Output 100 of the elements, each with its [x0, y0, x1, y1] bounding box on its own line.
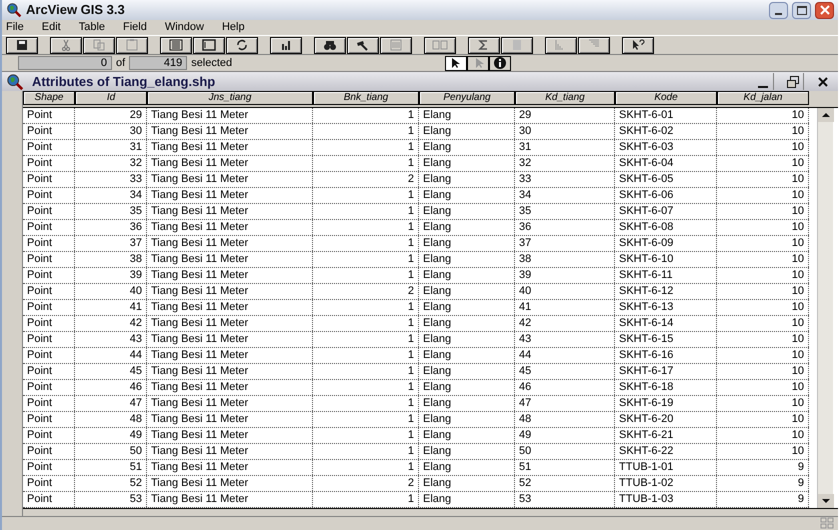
save-button[interactable]: [6, 36, 38, 54]
paste-button[interactable]: [116, 36, 148, 54]
selected-count-field: 0: [18, 56, 112, 70]
table-cell: Elang: [419, 380, 515, 395]
table-cell: SKHT-6-03: [615, 140, 717, 155]
switch-selection-button[interactable]: [226, 36, 258, 54]
column-header[interactable]: Kode: [615, 91, 717, 105]
table-cell: SKHT-6-09: [615, 236, 717, 251]
table-cell: 2: [313, 172, 419, 187]
join-button[interactable]: [424, 36, 456, 54]
table-cell: 39: [515, 268, 615, 283]
table-cell: 10: [717, 268, 809, 283]
table-cell: 37: [75, 236, 147, 251]
minimize-icon: [775, 12, 782, 14]
table-cell: SKHT-6-14: [615, 316, 717, 331]
column-header[interactable]: Penyulang: [419, 91, 515, 105]
table-cell: Tiang Besi 11 Meter: [147, 220, 313, 235]
table-cell: Point: [23, 252, 75, 267]
table-cell: 52: [515, 476, 615, 491]
total-count-field: 419: [129, 56, 188, 70]
summarize-button[interactable]: [468, 36, 500, 54]
table-cell: Point: [23, 396, 75, 411]
table-cell: Elang: [419, 188, 515, 203]
minimize-button[interactable]: [769, 2, 788, 18]
table-cell: SKHT-6-21: [615, 428, 717, 443]
maximize-button[interactable]: [792, 2, 811, 18]
table-cell: Elang: [419, 284, 515, 299]
table-cell: Point: [23, 492, 75, 507]
table-cell: Elang: [419, 492, 515, 507]
identify-tool-button[interactable]: [489, 56, 512, 70]
table-cell: 10: [717, 364, 809, 379]
table-cell: Point: [23, 204, 75, 219]
table-cell: 1: [313, 444, 419, 459]
table-cell: Elang: [419, 236, 515, 251]
table-cell: Elang: [419, 268, 515, 283]
column-header[interactable]: Jns_tiang: [147, 91, 313, 105]
table-cell: Tiang Besi 11 Meter: [147, 348, 313, 363]
scroll-up-icon[interactable]: [818, 108, 834, 122]
cut-button[interactable]: [50, 36, 82, 54]
table-cell: 53: [75, 492, 147, 507]
table-cell: 2: [313, 476, 419, 491]
calculate-button[interactable]: [501, 36, 533, 54]
list-icon: [170, 40, 182, 50]
chart-button[interactable]: [270, 36, 302, 54]
copy-button[interactable]: [83, 36, 115, 54]
column-header[interactable]: Shape: [23, 91, 75, 105]
table-cell: 41: [515, 300, 615, 315]
table-cell: Elang: [419, 460, 515, 475]
table-cell: 10: [717, 396, 809, 411]
table-cell: Point: [23, 300, 75, 315]
table-cell: 1: [313, 268, 419, 283]
resize-grip-icon: [820, 517, 834, 529]
column-header[interactable]: Bnk_tiang: [313, 91, 419, 105]
refresh-icon: [237, 40, 247, 50]
menu-item[interactable]: Window: [164, 19, 204, 36]
select-none-button[interactable]: [193, 36, 225, 54]
table-cell: 32: [515, 156, 615, 171]
menu-item[interactable]: Field: [123, 19, 147, 36]
table-cell: 51: [75, 460, 147, 475]
close-icon: [818, 76, 828, 86]
select-tool-button[interactable]: [445, 56, 468, 70]
table-cell: SKHT-6-11: [615, 268, 717, 283]
table-cell: 41: [75, 300, 147, 315]
vertical-scrollbar[interactable]: [817, 108, 833, 508]
help-button[interactable]: [622, 36, 654, 54]
table-cell: SKHT-6-07: [615, 204, 717, 219]
minimize-icon: [758, 86, 768, 88]
table-cell: Elang: [419, 396, 515, 411]
sort-ascending-button[interactable]: [545, 36, 577, 54]
column-header[interactable]: Kd_tiang: [515, 91, 615, 105]
column-header[interactable]: Id: [75, 91, 147, 105]
find-button[interactable]: [314, 36, 346, 54]
scroll-down-icon[interactable]: [818, 494, 834, 508]
table-cell: 1: [313, 188, 419, 203]
table-cell: SKHT-6-12: [615, 284, 717, 299]
table-cell: Tiang Besi 11 Meter: [147, 444, 313, 459]
sort-descending-button[interactable]: [578, 36, 610, 54]
table-cell: Tiang Besi 11 Meter: [147, 268, 313, 283]
table-cell: SKHT-6-02: [615, 124, 717, 139]
table-cell: SKHT-6-15: [615, 332, 717, 347]
menu-item[interactable]: Table: [78, 19, 105, 36]
close-button[interactable]: [815, 2, 834, 18]
menu-item[interactable]: Edit: [42, 19, 61, 36]
table-cell: Point: [23, 364, 75, 379]
table-cell: Tiang Besi 11 Meter: [147, 188, 313, 203]
menu-item[interactable]: File: [6, 19, 24, 36]
table-cell: Point: [23, 444, 75, 459]
table-cell: 1: [313, 412, 419, 427]
menu-item[interactable]: Help: [222, 19, 245, 36]
table-cell: 1: [313, 316, 419, 331]
horizontal-scrollbar[interactable]: [23, 508, 838, 516]
table-cell: 1: [313, 300, 419, 315]
edit-tool-button[interactable]: [467, 56, 490, 70]
table-cell: 10: [717, 380, 809, 395]
select-all-button[interactable]: [160, 36, 192, 54]
promote-button[interactable]: [380, 36, 412, 54]
table-cell: 52: [75, 476, 147, 491]
query-button[interactable]: [347, 36, 379, 54]
column-header[interactable]: Kd_jalan: [717, 91, 809, 105]
table-cell: 1: [313, 124, 419, 139]
